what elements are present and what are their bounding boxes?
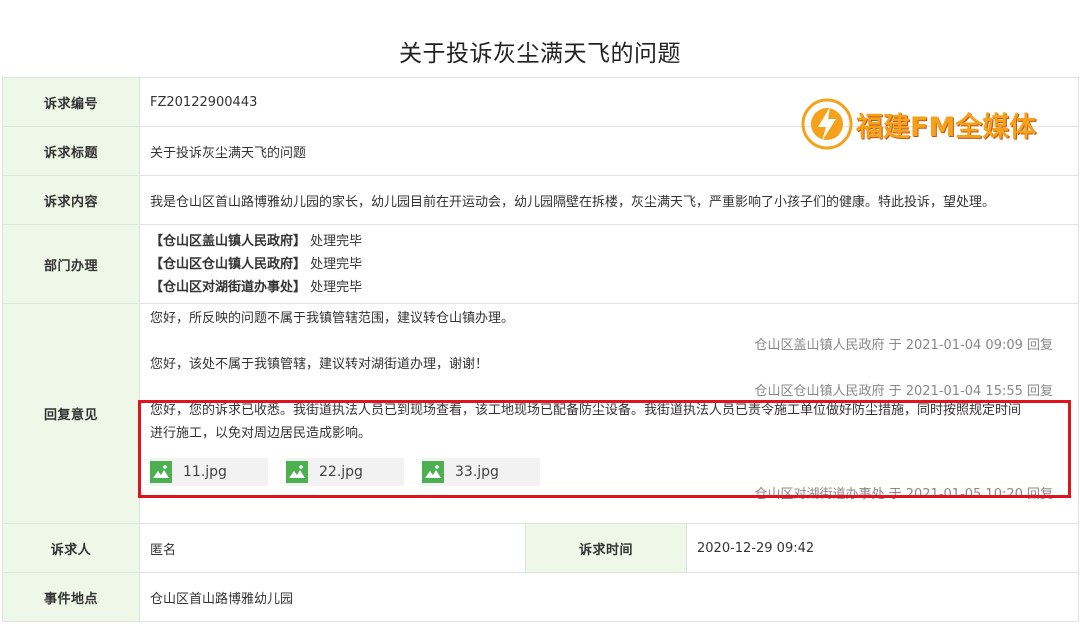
radio-wave-logo-icon — [801, 98, 853, 150]
reply-item: 您好，所反映的问题不属于我镇管辖范围，建议转仓山镇办理。 仓山区盖山镇人民政府 … — [140, 307, 1078, 353]
departments-label: 部门办理 — [2, 224, 140, 304]
reply-meta: 仓山区仓山镇人民政府 于 2021-01-04 15:55 回复 — [754, 384, 1054, 399]
location-label: 事件地点 — [2, 572, 140, 622]
department-item: 【仓山区盖山镇人民政府】 处理完毕 — [150, 230, 1068, 253]
petition-id-label: 诉求编号 — [2, 77, 140, 127]
petition-time-value: 2020-12-29 09:42 — [685, 523, 1080, 573]
row-petition-content: 诉求内容 我是仓山区首山路博雅幼儿园的家长，幼儿园目前在开运动会，幼儿园隔壁在拆… — [2, 175, 1080, 225]
highlight-box — [138, 400, 1071, 498]
petition-title-label: 诉求标题 — [2, 126, 140, 176]
row-location: 事件地点 仓山区首山路博雅幼儿园 — [2, 572, 1080, 622]
replies-label: 回复意见 — [2, 303, 140, 524]
reply-text: 您好，所反映的问题不属于我镇管辖范围，建议转仓山镇办理。 — [150, 311, 515, 326]
location-value: 仓山区首山路博雅幼儿园 — [138, 572, 1080, 622]
petitioner-value: 匿名 — [139, 523, 526, 573]
petitioner-label: 诉求人 — [2, 523, 140, 573]
petition-content-value: 我是仓山区首山路博雅幼儿园的家长，幼儿园目前在开运动会，幼儿园隔壁在拆楼，灰尘满… — [138, 175, 1080, 225]
departments-list: 【仓山区盖山镇人民政府】 处理完毕 【仓山区仓山镇人民政府】 处理完毕 【仓山区… — [138, 224, 1080, 304]
row-petitioner: 诉求人 匿名 诉求时间 2020-12-29 09:42 — [2, 523, 1080, 573]
department-name: 【仓山区盖山镇人民政府】 — [150, 233, 307, 249]
petition-time-label: 诉求时间 — [525, 523, 687, 573]
department-status: 处理完毕 — [310, 233, 363, 249]
logo-text: 福建FM全媒体 — [856, 112, 1037, 143]
department-name: 【仓山区仓山镇人民政府】 — [150, 256, 307, 272]
department-status: 处理完毕 — [310, 256, 363, 272]
department-name: 【仓山区对湖街道办事处】 — [150, 279, 307, 295]
page-title: 关于投诉灰尘满天飞的问题 — [399, 41, 681, 67]
reply-item: 您好，该处不属于我镇管辖，建议转对湖街道办理，谢谢！ 仓山区仓山镇人民政府 于 … — [140, 353, 1078, 399]
department-status: 处理完毕 — [310, 279, 363, 295]
department-item: 【仓山区仓山镇人民政府】 处理完毕 — [150, 253, 1068, 276]
petition-content-label: 诉求内容 — [2, 175, 140, 225]
reply-meta: 仓山区盖山镇人民政府 于 2021-01-04 09:09 回复 — [754, 338, 1054, 353]
watermark-logo: 福建FM全媒体 — [800, 97, 1062, 151]
row-departments: 部门办理 【仓山区盖山镇人民政府】 处理完毕 【仓山区仓山镇人民政府】 处理完毕… — [2, 224, 1080, 304]
petition-detail-table: 诉求编号 FZ20122900443 诉求标题 关于投诉灰尘满天飞的问题 诉求内… — [2, 77, 1080, 622]
department-item: 【仓山区对湖街道办事处】 处理完毕 — [150, 276, 1068, 299]
reply-text: 您好，该处不属于我镇管辖，建议转对湖街道办理，谢谢！ — [150, 357, 489, 372]
